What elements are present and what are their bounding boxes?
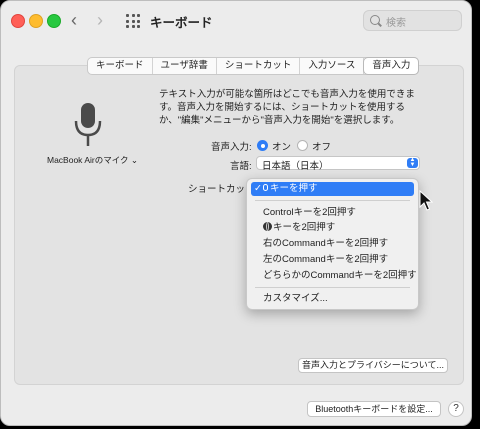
show-all-grid-icon[interactable] [126, 14, 140, 28]
menu-item-globe-twice[interactable]: キーを2回押す [251, 221, 414, 235]
microphone-source-menu[interactable]: MacBook Airのマイク ⌄ [47, 154, 138, 166]
menu-separator [255, 200, 410, 201]
shortcut-label: ショートカット [188, 184, 255, 195]
globe-icon [263, 222, 272, 231]
dictation-on-radio[interactable] [257, 140, 268, 151]
close-window-button[interactable] [11, 14, 25, 28]
maximize-window-button[interactable] [47, 14, 61, 28]
dictation-description: テキスト入力が可能な箇所はどこでも音声入力を使用できます。音声入力を開始するには… [159, 89, 415, 126]
menu-item-left-command-twice[interactable]: 左のCommandキーを2回押す [251, 253, 414, 267]
menu-item-press-key[interactable]: ✓ キーを押す [251, 182, 414, 196]
menu-item-right-command-twice[interactable]: 右のCommandキーを2回押す [251, 237, 414, 251]
language-popup[interactable]: 日本語（日本） ▲ ▼ [256, 156, 420, 172]
mic-small-icon [263, 184, 268, 191]
tab-bar: キーボード ユーザ辞書 ショートカット 入力ソース 音声入力 [87, 57, 420, 75]
menu-item-label: キーを押す [270, 183, 318, 194]
preferences-window: ‹ › キーボード 検索 キーボード ユーザ辞書 ショートカット 入力ソース 音… [0, 0, 472, 426]
menu-separator [255, 287, 410, 288]
tab-dictation[interactable]: 音声入力 [364, 58, 419, 74]
dictation-on-label: オン [272, 142, 292, 153]
tab-shortcuts[interactable]: ショートカット [217, 58, 301, 74]
dictation-privacy-button[interactable]: 音声入力とプライバシーについて... [298, 358, 448, 373]
menu-item-customize[interactable]: カスタマイズ... [251, 292, 414, 306]
forward-arrow-icon[interactable]: › [97, 11, 103, 29]
menu-item-control-twice[interactable]: Controlキーを2回押す [251, 206, 414, 220]
back-arrow-icon[interactable]: ‹ [71, 11, 77, 29]
window-title: キーボード [150, 16, 213, 30]
menu-item-either-command-twice[interactable]: どちらかのCommandキーを2回押す [251, 269, 417, 283]
tab-input-sources[interactable]: 入力ソース [300, 58, 365, 74]
language-label: 言語: [230, 161, 252, 172]
help-button[interactable]: ? [448, 401, 464, 417]
dictation-label: 音声入力: [211, 142, 252, 153]
language-value: 日本語（日本） [262, 161, 329, 172]
tab-keyboard[interactable]: キーボード [88, 58, 153, 74]
shortcut-dropdown-menu: ✓ キーを押す Controlキーを2回押す キーを2回押す 右のCommandキ… [246, 178, 419, 310]
search-field[interactable]: 検索 [363, 10, 462, 31]
title-bar: ‹ › キーボード 検索 [1, 1, 471, 41]
popup-chevron-icon: ▲ ▼ [407, 157, 418, 168]
menu-item-label: キーを2回押す [273, 222, 336, 233]
setup-bluetooth-keyboard-button[interactable]: Bluetoothキーボードを設定... [307, 401, 441, 417]
tab-user-dictionary[interactable]: ユーザ辞書 [153, 58, 217, 74]
dictation-off-label: オフ [312, 142, 332, 153]
microphone-icon [74, 103, 102, 146]
checkmark-icon: ✓ [254, 183, 262, 194]
search-icon [370, 15, 380, 25]
minimize-window-button[interactable] [29, 14, 43, 28]
mouse-cursor-icon [419, 190, 433, 211]
dictation-off-radio[interactable] [297, 140, 308, 151]
search-placeholder: 検索 [386, 18, 406, 29]
